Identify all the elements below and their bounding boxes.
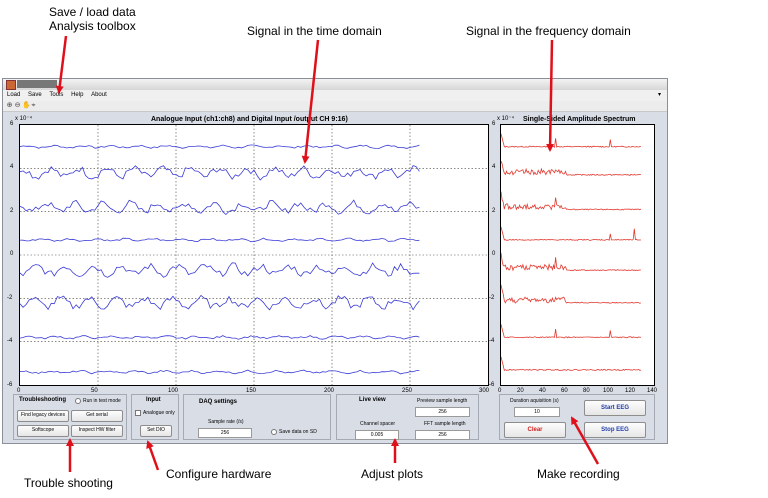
freq-ytick: 6 xyxy=(492,121,496,127)
time-channel-1 xyxy=(20,144,420,149)
sample-rate-input[interactable]: 256 xyxy=(198,428,252,438)
time-ytick: -2 xyxy=(7,295,13,301)
window-title xyxy=(17,80,57,88)
time-domain-plot[interactable] xyxy=(19,124,489,386)
annotation-toolbox-line1: Save / load data xyxy=(49,5,136,19)
fft-sample-length-input[interactable]: 256 xyxy=(415,430,470,440)
fft-sample-length-label: FFT sample length xyxy=(424,421,466,427)
duration-acquisition-label: Duration aquisition (s) xyxy=(510,398,559,404)
data-cursor-icon[interactable]: ⌖ xyxy=(30,102,37,109)
daq-settings-title: DAQ settings xyxy=(199,399,238,405)
freq-ytick: 0 xyxy=(492,251,496,257)
pan-icon[interactable]: ✋ xyxy=(22,102,31,109)
annotation-toolbox-line2: Analysis toolbox xyxy=(49,19,136,33)
time-channel-5 xyxy=(20,262,420,278)
analogue-only-label: Analogue only xyxy=(143,410,175,416)
zoom-in-icon[interactable]: ⊕ xyxy=(6,102,13,109)
time-ytick: 6 xyxy=(10,121,14,127)
time-plot-exponent: x 10⁻⁴ xyxy=(15,116,33,122)
arrow-configure xyxy=(146,440,160,471)
annotation-troubleshooting: Trouble shooting xyxy=(24,476,113,490)
channel-spacer-input[interactable]: 0.005 xyxy=(355,430,399,440)
set-dio-button[interactable]: Set DIO xyxy=(140,425,172,437)
time-xtick: 300 xyxy=(479,388,490,394)
troubleshooting-panel: Troubleshooting Run in test mode Find le… xyxy=(13,394,127,440)
spectrum-channel-5 xyxy=(501,252,641,272)
menu-overflow-icon[interactable]: ▾ xyxy=(658,90,661,101)
time-ytick: 0 xyxy=(10,251,14,257)
toolbar: ⊕ ⊖ ✋ ⌖ xyxy=(3,101,667,112)
menu-help[interactable]: Help xyxy=(71,90,83,101)
time-channel-4 xyxy=(20,237,420,243)
time-channel-3 xyxy=(20,199,420,216)
spectrum-channel-3 xyxy=(501,191,642,211)
sample-rate-label: Sample rate (/s) xyxy=(208,419,244,425)
inspect-hw-filter-button[interactable]: Inspect HW filter xyxy=(71,425,123,437)
annotation-make-recording: Make recording xyxy=(537,467,620,481)
troubleshooting-title: Troubleshooting xyxy=(19,397,66,403)
stop-eeg-button[interactable]: Stop EEG xyxy=(584,422,646,438)
spectrum-channel-1 xyxy=(501,133,641,148)
freq-ytick: -2 xyxy=(489,295,495,301)
menu-tools[interactable]: Tools xyxy=(49,90,63,101)
input-title: Input xyxy=(146,397,161,403)
annotation-adjust-plots: Adjust plots xyxy=(361,467,424,481)
clear-button[interactable]: Clear xyxy=(504,422,566,438)
time-ytick: -4 xyxy=(7,338,13,344)
recording-panel: Duration aquisition (s) 10 Start EEG Cle… xyxy=(499,394,655,440)
freq-plot-exponent: x 10⁻⁴ xyxy=(497,116,515,122)
freq-ytick: -4 xyxy=(489,338,495,344)
freq-ytick: 2 xyxy=(492,208,496,214)
preview-sample-length-label: Preview sample length xyxy=(417,398,468,404)
daq-settings-panel: DAQ settings Sample rate (/s) 256 Save d… xyxy=(183,394,331,440)
freq-plot-title: Single-Sided Amplitude Spectrum xyxy=(523,116,636,123)
time-ytick: -6 xyxy=(7,382,13,388)
live-view-panel: Live view Preview sample length 256 Chan… xyxy=(336,394,479,440)
freq-ytick: -6 xyxy=(489,382,495,388)
time-channel-6 xyxy=(20,294,420,311)
run-test-mode-radio[interactable] xyxy=(75,398,81,404)
spectrum-channel-2 xyxy=(501,160,641,176)
get-serial-button[interactable]: Get serial xyxy=(71,410,123,422)
analogue-only-checkbox[interactable] xyxy=(135,410,141,416)
channel-spacer-label: Channel spacer xyxy=(360,421,396,427)
spectrum-channel-6 xyxy=(501,284,642,304)
frequency-domain-plot[interactable] xyxy=(500,124,655,386)
spectrum-channel-4 xyxy=(501,226,641,241)
freq-ytick: 4 xyxy=(492,164,496,170)
annotation-freq-domain: Signal in the frequency domain xyxy=(466,24,631,38)
save-data-on-sd-label: Save data on SD xyxy=(279,429,317,435)
spectrum-channel-8 xyxy=(501,356,641,372)
zoom-out-icon[interactable]: ⊖ xyxy=(14,102,21,109)
time-plot-title: Analogue Input (ch1:ch8) and Digital Inp… xyxy=(151,116,348,123)
time-ytick: 2 xyxy=(10,208,14,214)
softscope-button[interactable]: Softscope xyxy=(17,425,69,437)
live-view-title: Live view xyxy=(359,397,386,403)
input-panel: Input Analogue only Set DIO xyxy=(131,394,179,440)
spectrum-channel-7 xyxy=(501,324,641,339)
time-channel-7 xyxy=(20,335,420,340)
menu-save[interactable]: Save xyxy=(28,90,42,101)
matlab-app-icon xyxy=(6,80,16,90)
eeg-app-window: Load Save Tools Help About ▾ ⊕ ⊖ ✋ ⌖ Ana… xyxy=(2,78,668,444)
save-data-on-sd-radio[interactable] xyxy=(271,429,277,435)
find-legacy-devices-button[interactable]: Find legacy devices xyxy=(17,410,69,422)
time-ytick: 4 xyxy=(10,164,14,170)
time-channel-2 xyxy=(20,165,420,181)
time-channel-8 xyxy=(20,369,420,375)
start-eeg-button[interactable]: Start EEG xyxy=(584,400,646,416)
menu-load[interactable]: Load xyxy=(7,90,20,101)
annotation-time-domain: Signal in the time domain xyxy=(247,24,382,38)
duration-acquisition-input[interactable]: 10 xyxy=(514,407,560,417)
run-test-mode-label: Run in test mode xyxy=(83,398,121,404)
menu-about[interactable]: About xyxy=(91,90,107,101)
preview-sample-length-input[interactable]: 256 xyxy=(415,407,470,417)
annotation-configure-hardware: Configure hardware xyxy=(166,467,272,481)
